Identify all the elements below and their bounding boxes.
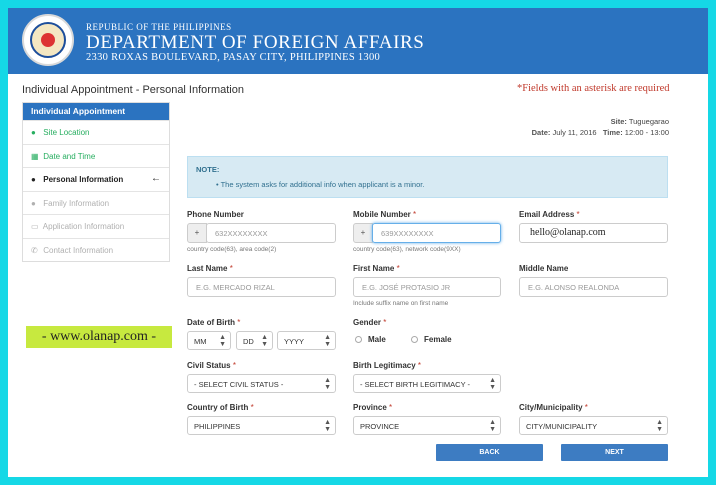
dob-year-value: YYYY: [284, 337, 305, 346]
header-republic: REPUBLIC OF THE PHILIPPINES: [86, 22, 232, 32]
sidebar-item-label: Application Information: [42, 222, 125, 231]
required-fields-note: *Fields with an asterisk are required: [517, 83, 670, 94]
gender-female-label: Female: [424, 335, 452, 344]
browser-frame: REPUBLIC OF THE PHILIPPINES DEPARTMENT O…: [8, 8, 708, 477]
last-name-label: Last Name *: [187, 264, 233, 273]
sidebar-item-contact-information: ✆ Contact Information: [23, 237, 169, 262]
sidebar-item-personal-information[interactable]: ● Personal Information ←: [23, 167, 169, 191]
civil-status-value: - SELECT CIVIL STATUS -: [194, 380, 284, 389]
country-of-birth-select[interactable]: PHILIPPINES ▲ ▼: [187, 416, 336, 435]
sidebar-item-site-location[interactable]: ● Site Location: [23, 120, 169, 144]
phone-label: Phone Number: [187, 210, 244, 219]
user-icon: ●: [31, 175, 36, 184]
gender-label: Gender *: [353, 318, 387, 327]
document-icon: ▭: [31, 222, 39, 231]
last-name-input[interactable]: E.G. MERCADO RIZAL: [187, 277, 336, 297]
first-name-help: Include suffix name on first name: [353, 300, 449, 307]
sidebar-item-family-information: ● Family Information: [23, 190, 169, 215]
city-select[interactable]: CITY/MUNICIPALITY ▲ ▼: [519, 416, 668, 435]
sidebar-item-label: Site Location: [43, 128, 90, 137]
header-department: DEPARTMENT OF FOREIGN AFFAIRS: [86, 32, 425, 53]
gender-female-radio[interactable]: Female: [411, 335, 452, 344]
phone-icon: ✆: [31, 245, 38, 255]
select-caret-icon: ▲ ▼: [489, 419, 496, 433]
radio-circle-icon: [355, 336, 362, 343]
marker-icon: ●: [31, 128, 36, 137]
note-title: NOTE:: [196, 165, 220, 174]
city-value: CITY/MUNICIPALITY: [526, 422, 598, 431]
mobile-label: Mobile Number *: [353, 210, 417, 219]
back-button[interactable]: BACK: [436, 444, 543, 461]
appointment-site-info: Site: Tuguegarao Date: July 11, 2016 Tim…: [448, 116, 669, 138]
radio-circle-icon: [411, 336, 418, 343]
time-value: 12:00 - 13:00: [624, 128, 669, 137]
phone-help: country code(63), area code(2): [187, 246, 277, 253]
sidebar-heading: Individual Appointment: [23, 103, 169, 120]
note-body: • The system asks for additional info wh…: [216, 180, 425, 189]
dob-day-value: DD: [243, 337, 254, 346]
mobile-help: country code(63), network code(9XX): [353, 246, 461, 253]
birth-legitimacy-value: - SELECT BIRTH LEGITIMACY -: [360, 380, 471, 389]
birth-legitimacy-label: Birth Legitimacy *: [353, 361, 422, 370]
first-name-input[interactable]: E.G. JOSÉ PROTASIO JR: [353, 277, 501, 297]
gender-male-label: Male: [368, 335, 386, 344]
select-caret-icon: ▲ ▼: [324, 419, 331, 433]
sidebar-item-label: Personal Information: [43, 175, 124, 184]
appointment-steps-sidebar: Individual Appointment ● Site Location ▦…: [22, 102, 170, 262]
mobile-prefix: +: [353, 223, 373, 243]
select-caret-icon: ▲ ▼: [324, 377, 331, 391]
note-body-text: The system asks for additional info when…: [220, 180, 425, 189]
dfa-header: REPUBLIC OF THE PHILIPPINES DEPARTMENT O…: [8, 8, 708, 74]
sidebar-item-date-and-time[interactable]: ▦ Date and Time: [23, 143, 169, 168]
mobile-input[interactable]: 639XXXXXXXX: [372, 223, 501, 243]
site-value: Tuguegarao: [628, 117, 669, 126]
seal-core-icon: [41, 33, 55, 47]
dob-label: Date of Birth *: [187, 318, 241, 327]
site-label: Site:: [610, 117, 627, 126]
province-value: PROVINCE: [360, 422, 400, 431]
family-icon: ●: [31, 198, 36, 208]
province-label: Province *: [353, 403, 393, 412]
page-title: Individual Appointment - Personal Inform…: [22, 84, 244, 96]
calendar-icon: ▦: [31, 151, 39, 161]
time-label: Time:: [602, 128, 623, 137]
select-caret-icon: ▲ ▼: [489, 377, 496, 391]
date-value: July 11, 2016: [552, 128, 597, 137]
sidebar-item-application-information: ▭ Application Information: [23, 214, 169, 238]
email-input[interactable]: hello@olanap.com: [519, 223, 668, 243]
header-address: 2330 ROXAS BOULEVARD, PASAY CITY, PHILIP…: [86, 52, 381, 63]
dob-month-select[interactable]: MM ▲ ▼: [187, 331, 231, 350]
first-name-label: First Name *: [353, 264, 400, 273]
dob-year-select[interactable]: YYYY ▲ ▼: [277, 331, 336, 350]
dfa-seal-logo: [22, 14, 74, 66]
country-of-birth-label: Country of Birth *: [187, 403, 254, 412]
date-label: Date:: [531, 128, 551, 137]
dob-day-select[interactable]: DD ▲ ▼: [236, 331, 273, 350]
middle-name-input[interactable]: E.G. ALONSO REALONDA: [519, 277, 668, 297]
country-of-birth-value: PHILIPPINES: [194, 422, 241, 431]
middle-name-label: Middle Name: [519, 264, 569, 273]
city-label: City/Municipality *: [519, 403, 588, 412]
birth-legitimacy-select[interactable]: - SELECT BIRTH LEGITIMACY - ▲ ▼: [353, 374, 501, 393]
sidebar-item-label: Date and Time: [43, 151, 96, 161]
info-note: NOTE: • The system asks for additional i…: [187, 156, 668, 198]
civil-status-select[interactable]: - SELECT CIVIL STATUS - ▲ ▼: [187, 374, 336, 393]
phone-prefix: +: [187, 223, 207, 243]
select-caret-icon: ▲ ▼: [656, 419, 663, 433]
select-caret-icon: ▲ ▼: [219, 334, 226, 348]
phone-input[interactable]: 632XXXXXXXX: [206, 223, 336, 243]
arrow-left-icon: ←: [151, 173, 161, 184]
gender-male-radio[interactable]: Male: [355, 335, 386, 344]
select-caret-icon: ▲ ▼: [324, 334, 331, 348]
dob-month-value: MM: [194, 337, 207, 346]
civil-status-label: Civil Status *: [187, 361, 236, 370]
seal-ring-icon: [30, 22, 66, 58]
sidebar-item-label: Family Information: [43, 198, 110, 208]
select-caret-icon: ▲ ▼: [261, 334, 268, 348]
sidebar-item-label: Contact Information: [43, 245, 114, 255]
province-select[interactable]: PROVINCE ▲ ▼: [353, 416, 501, 435]
next-button[interactable]: NEXT: [561, 444, 668, 461]
watermark-banner: - www.olanap.com -: [26, 326, 172, 348]
email-label: Email Address *: [519, 210, 580, 219]
